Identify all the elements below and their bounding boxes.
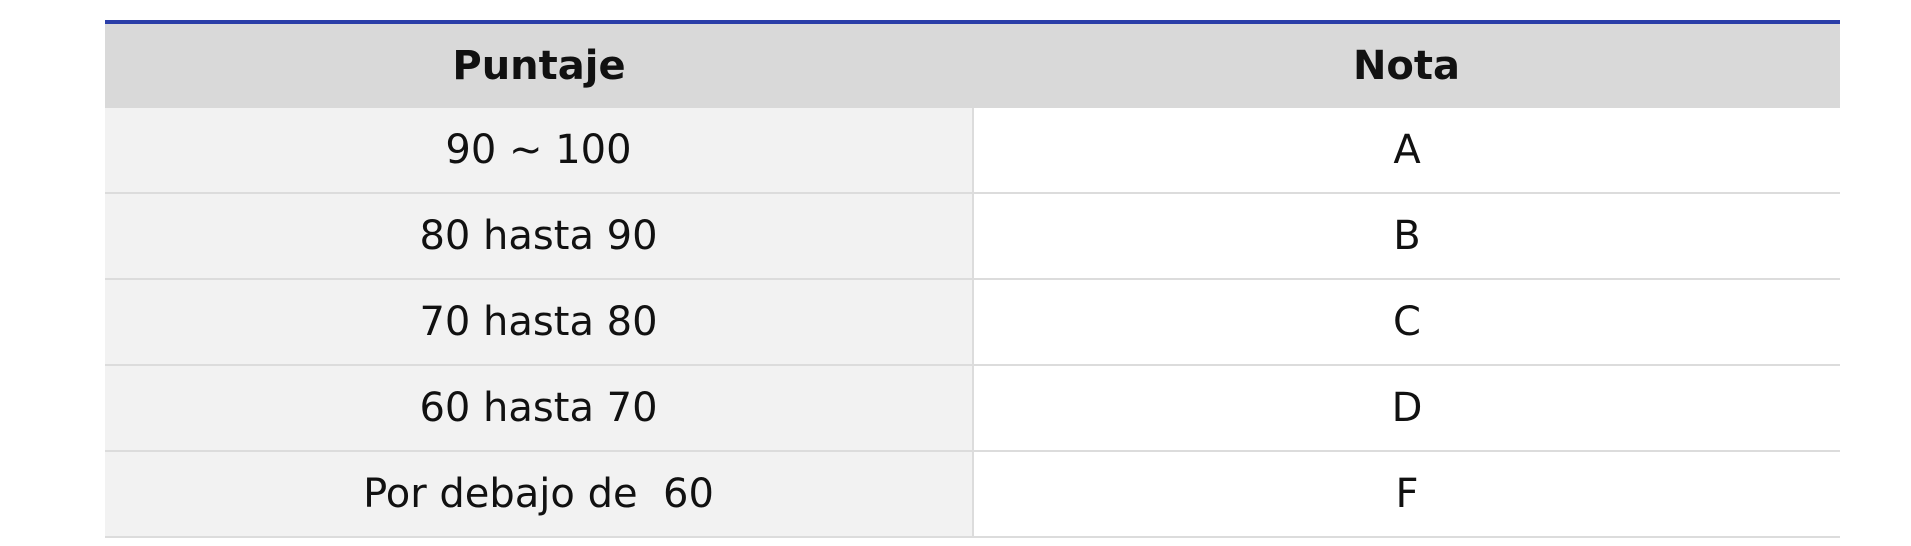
score-cell: Por debajo de 60 (105, 451, 974, 538)
table-row: Por debajo de 60 F (105, 451, 1840, 538)
score-cell: 70 hasta 80 (105, 279, 974, 366)
table-row: 80 hasta 90 B (105, 193, 1840, 280)
table-row: 70 hasta 80 C (105, 279, 1840, 366)
grade-cell: A (973, 108, 1840, 194)
header-grade: Nota (973, 22, 1840, 108)
grade-cell: B (973, 193, 1840, 280)
grade-cell: C (973, 279, 1840, 366)
grade-cell: D (973, 365, 1840, 452)
table-row: 60 hasta 70 D (105, 365, 1840, 452)
score-cell: 90 ~ 100 (105, 108, 974, 194)
grade-cell: F (973, 451, 1840, 538)
table-header: Puntaje Nota (105, 22, 1840, 108)
table-body: 90 ~ 100 A 80 hasta 90 B 70 hasta 80 C 6… (105, 108, 1840, 538)
score-cell: 60 hasta 70 (105, 365, 974, 452)
header-row: Puntaje Nota (105, 22, 1840, 108)
header-score: Puntaje (105, 22, 973, 108)
grade-table: Puntaje Nota 90 ~ 100 A 80 hasta 90 B 70… (105, 20, 1840, 538)
score-cell: 80 hasta 90 (105, 193, 974, 280)
table-row: 90 ~ 100 A (105, 108, 1840, 194)
